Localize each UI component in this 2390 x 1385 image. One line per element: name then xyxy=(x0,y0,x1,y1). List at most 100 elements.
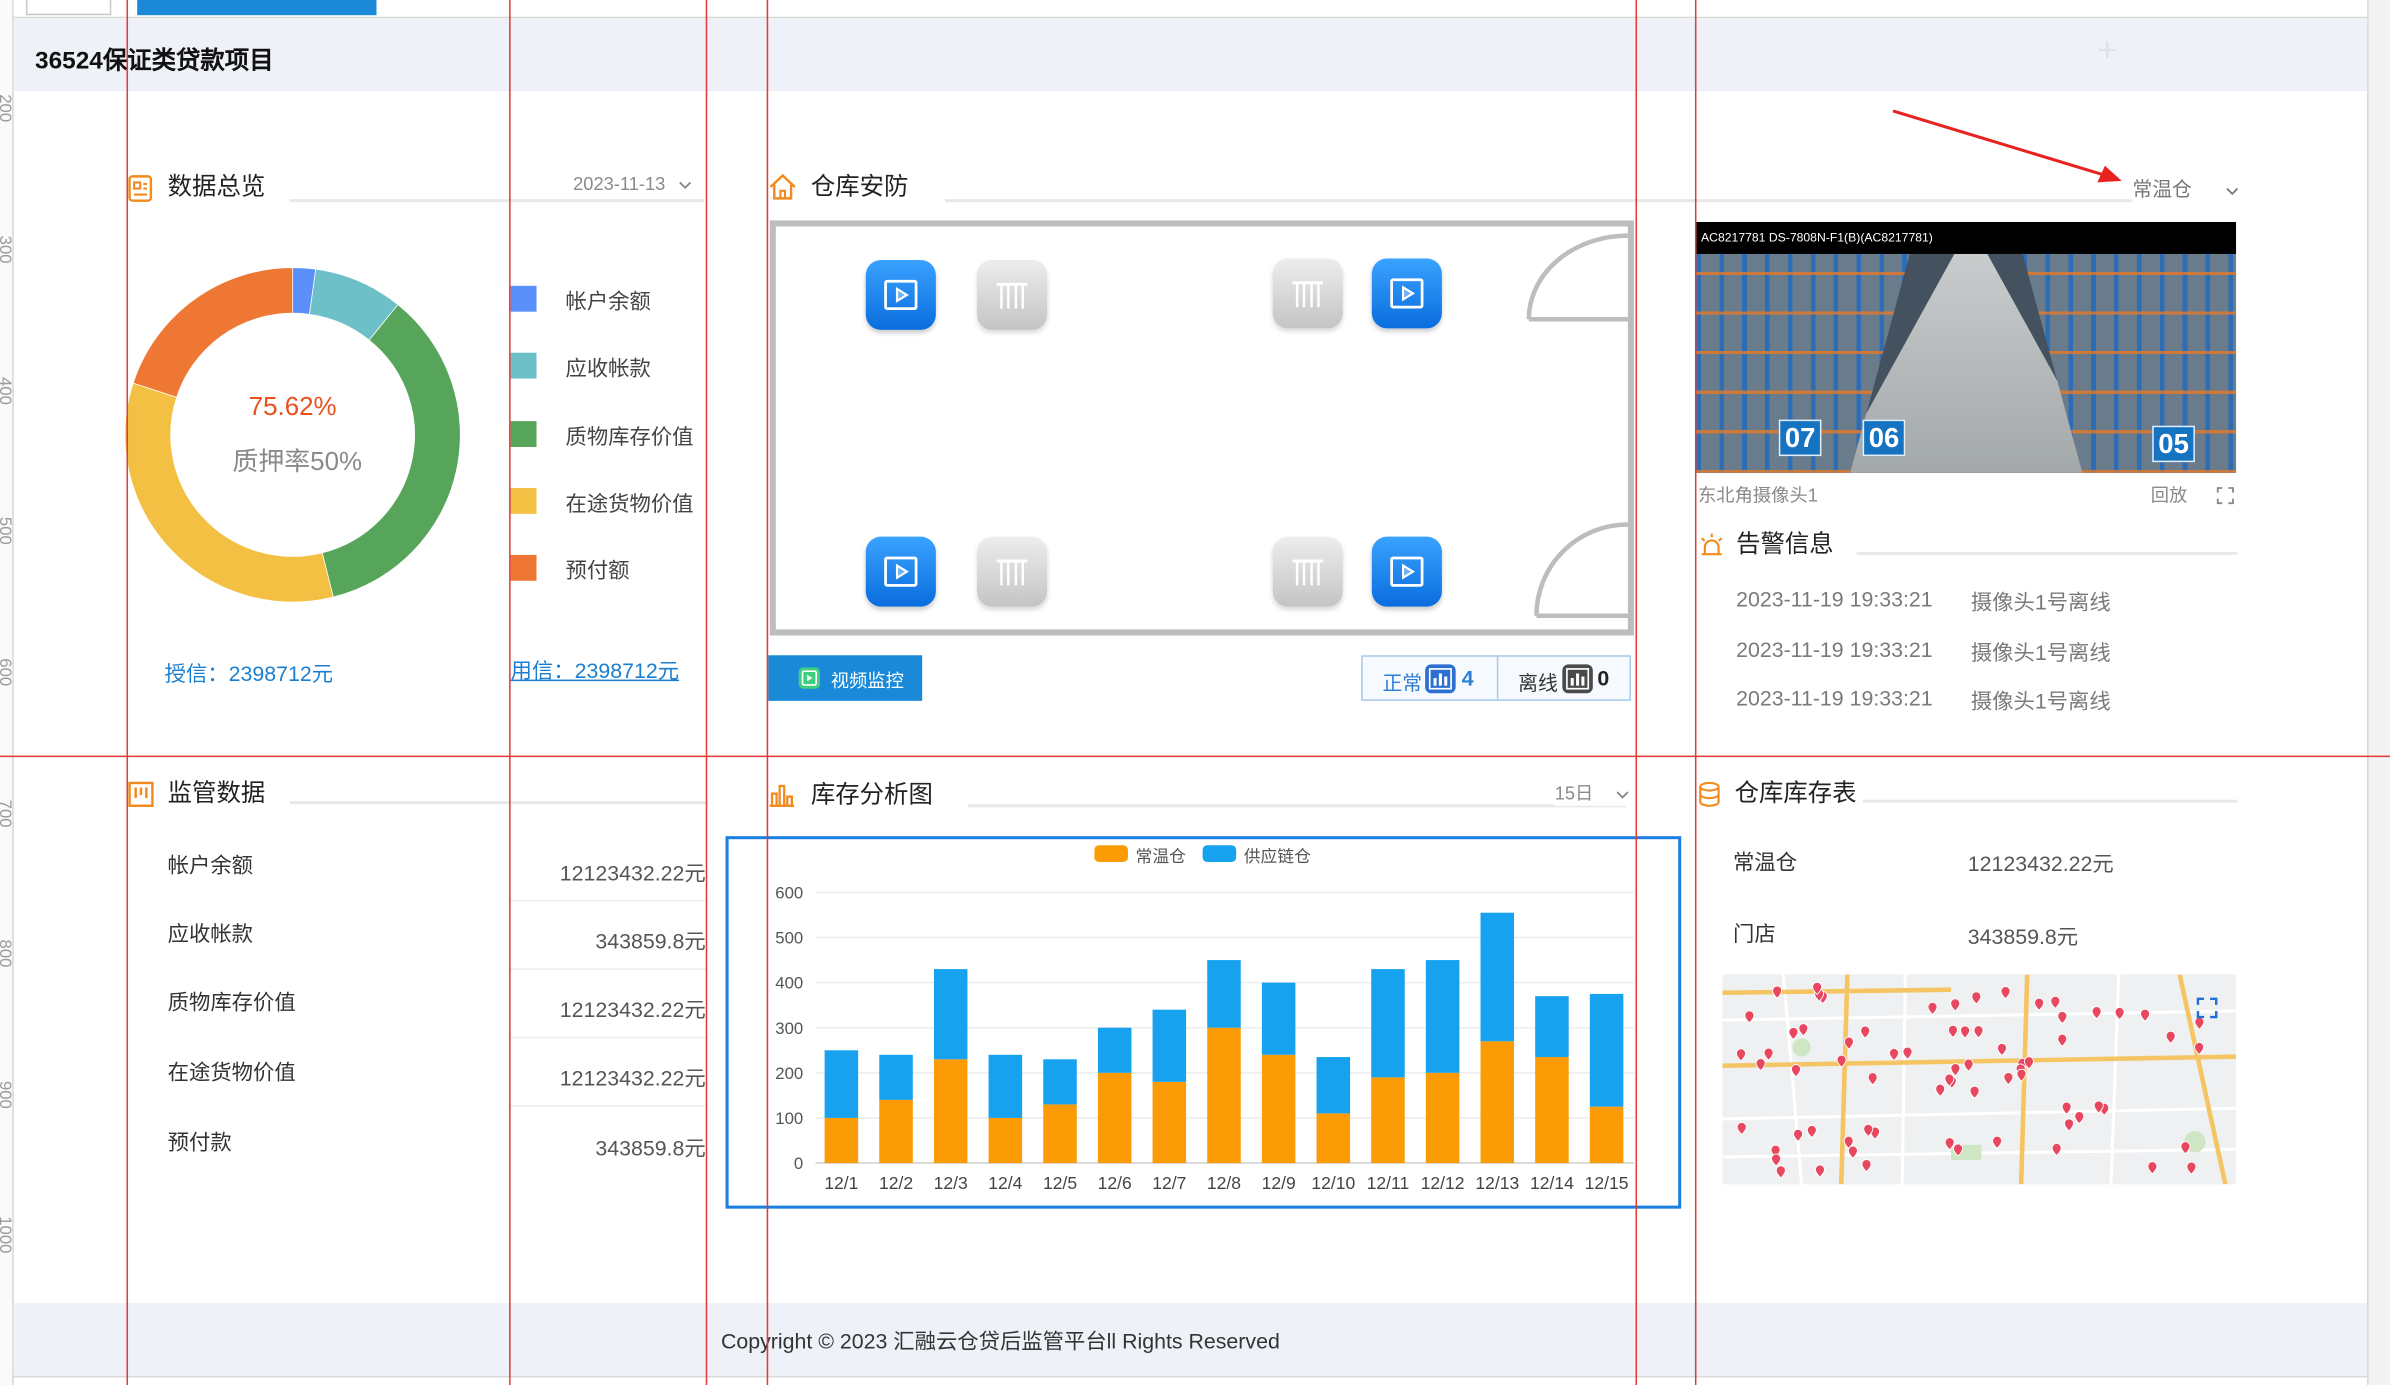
bar-segment[interactable] xyxy=(879,1054,913,1100)
bar-segment[interactable] xyxy=(1097,1027,1132,1073)
map-fullscreen-icon[interactable] xyxy=(2196,997,2218,1026)
map-pin-icon[interactable] xyxy=(1735,1048,1747,1062)
camera-point-button[interactable] xyxy=(1371,258,1442,329)
video-monitor-button[interactable]: 视频监控 xyxy=(768,655,923,701)
bar-segment[interactable] xyxy=(1535,996,1569,1058)
bar-segment[interactable] xyxy=(1425,1072,1460,1164)
map-pin-icon[interactable] xyxy=(2057,1011,2068,1025)
bar-segment[interactable] xyxy=(1261,982,1296,1055)
warehouse-map[interactable] xyxy=(1722,974,2237,1185)
gate-point-button[interactable] xyxy=(977,536,1048,607)
used-credit-link[interactable]: 用信：2398712元 xyxy=(511,655,679,685)
map-pin-icon[interactable] xyxy=(1935,1083,1946,1097)
map-pin-icon[interactable] xyxy=(1927,1001,1938,1016)
bar-segment[interactable] xyxy=(933,969,968,1060)
map-pin-icon[interactable] xyxy=(1947,1024,1958,1039)
bar-segment[interactable] xyxy=(1152,1081,1187,1164)
map-pin-icon[interactable] xyxy=(2000,986,2011,1000)
bar-segment[interactable] xyxy=(1316,1113,1351,1164)
fullscreen-icon[interactable] xyxy=(2216,485,2234,512)
map-pin-icon[interactable] xyxy=(2165,1030,2176,1044)
map-pin-icon[interactable] xyxy=(2074,1111,2085,1125)
bar-segment[interactable] xyxy=(933,1059,968,1164)
map-pin-icon[interactable] xyxy=(2057,1033,2068,1048)
map-pin-icon[interactable] xyxy=(2140,1008,2151,1022)
map-pin-icon[interactable] xyxy=(1771,1153,1782,1167)
supervision-row-label: 帐户余额 xyxy=(167,852,254,878)
map-pin-icon[interactable] xyxy=(1950,1063,1961,1077)
map-pin-icon[interactable] xyxy=(1963,1058,1974,1072)
gate-point-button[interactable] xyxy=(977,259,1048,330)
map-pin-icon[interactable] xyxy=(1888,1048,1900,1062)
map-pin-icon[interactable] xyxy=(1960,1025,1971,1039)
map-pin-icon[interactable] xyxy=(1772,985,1783,999)
map-pin-icon[interactable] xyxy=(2186,1161,2197,1175)
map-pin-icon[interactable] xyxy=(2180,1141,2191,1155)
bar-segment[interactable] xyxy=(1207,960,1241,1028)
overview-date-select[interactable]: 2023-11-13 xyxy=(573,173,692,195)
map-pin-icon[interactable] xyxy=(1971,991,1982,1005)
bar-segment[interactable] xyxy=(824,1117,859,1164)
map-pin-icon[interactable] xyxy=(2091,1006,2102,1020)
map-pin-icon[interactable] xyxy=(1806,1125,1817,1139)
warehouse-select[interactable]: 常温仓 xyxy=(2132,173,2242,203)
camera-video[interactable]: AC8217781 DS-7808N-F1(B)(AC8217781) 07 0… xyxy=(1696,221,2237,473)
bar-segment[interactable] xyxy=(1480,1041,1515,1164)
map-pin-icon[interactable] xyxy=(1867,1072,1878,1086)
alert-message: 摄像头1号离线 xyxy=(1970,589,2111,615)
map-pin-icon[interactable] xyxy=(1973,1025,1984,1039)
map-pin-icon[interactable] xyxy=(1950,998,1961,1012)
y-tick-label: 600 xyxy=(775,884,803,903)
add-icon[interactable]: + xyxy=(2097,30,2117,70)
map-pin-icon[interactable] xyxy=(1969,1085,1980,1099)
map-pin-icon[interactable] xyxy=(1755,1058,1766,1072)
bar-segment[interactable] xyxy=(988,1054,1023,1118)
bar-segment[interactable] xyxy=(1043,1104,1077,1164)
bar-segment[interactable] xyxy=(1043,1059,1077,1105)
guide-line xyxy=(509,0,511,1385)
camera-point-button[interactable] xyxy=(1371,536,1442,607)
map-pin-icon[interactable] xyxy=(2051,1143,2062,1157)
map-pin-icon[interactable] xyxy=(2064,1118,2075,1132)
bar-segment[interactable] xyxy=(1152,1009,1187,1082)
playback-button[interactable]: 回放 xyxy=(2151,482,2188,508)
map-pin-icon[interactable] xyxy=(1814,1164,1825,1178)
map-pin-icon[interactable] xyxy=(1996,1043,2007,1057)
bar-segment[interactable] xyxy=(1371,1077,1405,1164)
bar-segment[interactable] xyxy=(1097,1072,1132,1164)
map-pin-icon[interactable] xyxy=(1775,1165,1786,1179)
map-pin-icon[interactable] xyxy=(2147,1161,2158,1175)
bar-segment[interactable] xyxy=(824,1050,859,1118)
map-pin-icon[interactable] xyxy=(1992,1135,2003,1150)
scrollbar-track[interactable] xyxy=(2367,0,2390,1385)
camera-point-button[interactable] xyxy=(865,259,936,330)
bar-segment[interactable] xyxy=(1371,969,1405,1078)
map-pin-icon[interactable] xyxy=(1763,1047,1774,1061)
bar-segment[interactable] xyxy=(988,1117,1023,1164)
map-pin-icon[interactable] xyxy=(2050,995,2061,1010)
map-pin-icon[interactable] xyxy=(1861,1159,1872,1173)
map-pin-icon[interactable] xyxy=(2034,997,2045,1011)
bar-segment[interactable] xyxy=(1480,912,1515,1042)
bar-segment[interactable] xyxy=(1207,1027,1241,1164)
map-pin-icon[interactable] xyxy=(2003,1072,2014,1086)
camera-point-button[interactable] xyxy=(865,536,936,607)
tab-home[interactable] xyxy=(25,0,112,16)
gate-point-button[interactable] xyxy=(1272,258,1343,329)
map-pin-icon[interactable] xyxy=(1736,1122,1747,1136)
bar-segment[interactable] xyxy=(1535,1057,1569,1164)
bar-segment[interactable] xyxy=(1589,993,1624,1107)
donut-slice[interactable] xyxy=(132,267,294,398)
map-pin-icon[interactable] xyxy=(1860,1025,1871,1039)
bar-segment[interactable] xyxy=(1589,1106,1624,1164)
inventory-range-select[interactable]: 15日 xyxy=(1554,779,1629,806)
gate-point-button[interactable] xyxy=(1272,536,1343,607)
bar-segment[interactable] xyxy=(1261,1054,1296,1164)
overview-date-value: 2023-11-13 xyxy=(573,173,666,195)
map-pin-icon[interactable] xyxy=(1793,1128,1804,1143)
tab-active[interactable] xyxy=(137,0,377,16)
bar-segment[interactable] xyxy=(1425,960,1460,1073)
bar-segment[interactable] xyxy=(1316,1057,1351,1114)
map-pin-icon[interactable] xyxy=(1798,1023,1809,1037)
bar-segment[interactable] xyxy=(879,1099,913,1164)
